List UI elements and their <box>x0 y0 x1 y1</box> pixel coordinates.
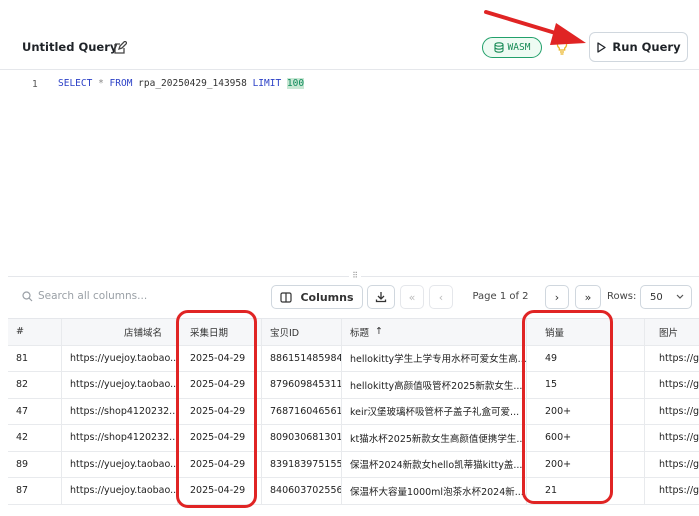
table-cell[interactable]: https://g <box>645 399 699 425</box>
chevron-left-icon: ‹ <box>438 290 444 304</box>
table-cell[interactable]: 47 <box>8 398 62 424</box>
download-button[interactable] <box>367 285 395 309</box>
sql-limit-value: 100 <box>286 78 305 89</box>
first-page-button[interactable]: « <box>400 285 424 309</box>
table-cell[interactable]: https://yuejoy.taobao.... <box>62 478 178 504</box>
annotation-box-sales-column <box>522 310 613 504</box>
search-input[interactable]: Search all columns... <box>38 290 147 302</box>
columns-button[interactable]: Columns <box>271 285 363 309</box>
search-icon <box>22 290 33 301</box>
run-query-label: Run Query <box>612 40 681 54</box>
last-page-button[interactable]: » <box>575 285 601 309</box>
edit-icon[interactable] <box>113 40 128 54</box>
table-cell[interactable]: hellokitty学生上学专用水杯可爱女生高... <box>342 345 527 371</box>
previous-page-button[interactable]: ‹ <box>429 285 453 309</box>
table-cell[interactable]: 840603702556 <box>262 478 342 504</box>
sql-keyword-select: SELECT <box>58 78 93 89</box>
search-columns[interactable]: Search all columns... <box>22 290 147 302</box>
column-header[interactable]: 店铺域名 <box>62 319 178 345</box>
sql-editor[interactable]: 1 SELECT * FROM rpa_20250429_143958 LIMI… <box>8 70 699 270</box>
columns-icon <box>280 291 293 303</box>
table-cell[interactable]: https://g <box>645 425 699 451</box>
table-cell[interactable]: hellokitty高颜值吸管杯2025新款女生... <box>342 372 527 398</box>
column-header-label: 标题 <box>350 327 370 339</box>
table-cell[interactable]: 809030681301 <box>262 425 342 451</box>
rows-label: Rows: <box>607 291 637 302</box>
sort-ascending-icon: ↑ <box>375 326 383 338</box>
table-cell[interactable]: https://shop4120232... <box>62 398 178 424</box>
columns-label: Columns <box>300 290 354 304</box>
sql-code-line[interactable]: SELECT * FROM rpa_20250429_143958 LIMIT … <box>58 78 305 89</box>
rows-per-page-select[interactable]: 50 <box>640 285 692 309</box>
table-cell[interactable]: 89 <box>8 451 62 477</box>
page-indicator: Page 1 of 2 <box>472 291 529 302</box>
sql-table-name: rpa_20250429_143958 <box>138 78 247 89</box>
chevron-down-icon <box>676 294 684 299</box>
table-cell[interactable]: 保温杯大容量1000ml泡茶水杯2024新... <box>342 478 527 504</box>
table-cell[interactable]: 82 <box>8 372 62 398</box>
table-cell[interactable]: keir汉堡玻璃杯吸管杯子盖子礼盒可爱... <box>342 398 527 424</box>
table-cell[interactable]: 886151485984 <box>262 345 342 371</box>
table-cell[interactable]: https://shop4120232... <box>62 425 178 451</box>
sql-star: * <box>98 78 104 89</box>
double-chevron-left-icon: « <box>408 290 416 304</box>
rows-value: 50 <box>650 291 663 303</box>
table-cell[interactable]: 879609845311 <box>262 372 342 398</box>
next-page-button[interactable]: › <box>545 285 569 309</box>
table-cell[interactable]: https://g <box>645 372 699 398</box>
table-cell[interactable]: 87 <box>8 478 62 504</box>
drag-handle-icon[interactable]: ⠿ <box>349 272 361 280</box>
table-cell[interactable]: https://g <box>645 478 699 504</box>
annotation-box-date-column <box>176 310 257 508</box>
table-cell[interactable]: https://yuejoy.taobao.... <box>62 372 178 398</box>
table-cell[interactable]: 保温杯2024新款女hello凯蒂猫kitty盖... <box>342 451 527 477</box>
column-header[interactable]: 宝贝ID <box>262 319 342 345</box>
column-header[interactable]: # <box>8 319 62 345</box>
query-title: Untitled Query <box>22 40 118 54</box>
table-cell[interactable]: kt猫水杯2025新款女生高颜值便携学生... <box>342 425 527 451</box>
table-cell[interactable]: 81 <box>8 345 62 371</box>
table-cell[interactable]: https://yuejoy.taobao.... <box>62 451 178 477</box>
table-cell[interactable]: https://g <box>645 452 699 478</box>
table-cell[interactable]: https://yuejoy.taobao.... <box>62 345 178 371</box>
column-header-sorted[interactable]: 标题 ↑ <box>342 319 527 345</box>
download-icon <box>375 292 387 303</box>
chevron-right-icon: › <box>554 290 560 304</box>
table-cell[interactable]: https://g <box>645 346 699 372</box>
sql-keyword-from: FROM <box>109 78 133 89</box>
line-number: 1 <box>32 79 38 90</box>
column-header[interactable]: 图片 <box>645 319 699 345</box>
table-cell[interactable]: 42 <box>8 425 62 451</box>
double-chevron-right-icon: » <box>584 290 592 304</box>
sql-keyword-limit: LIMIT <box>252 78 282 89</box>
table-cell[interactable]: 839183975155 <box>262 451 342 477</box>
annotation-arrow <box>484 10 586 45</box>
table-cell[interactable]: 768716046561 <box>262 398 342 424</box>
